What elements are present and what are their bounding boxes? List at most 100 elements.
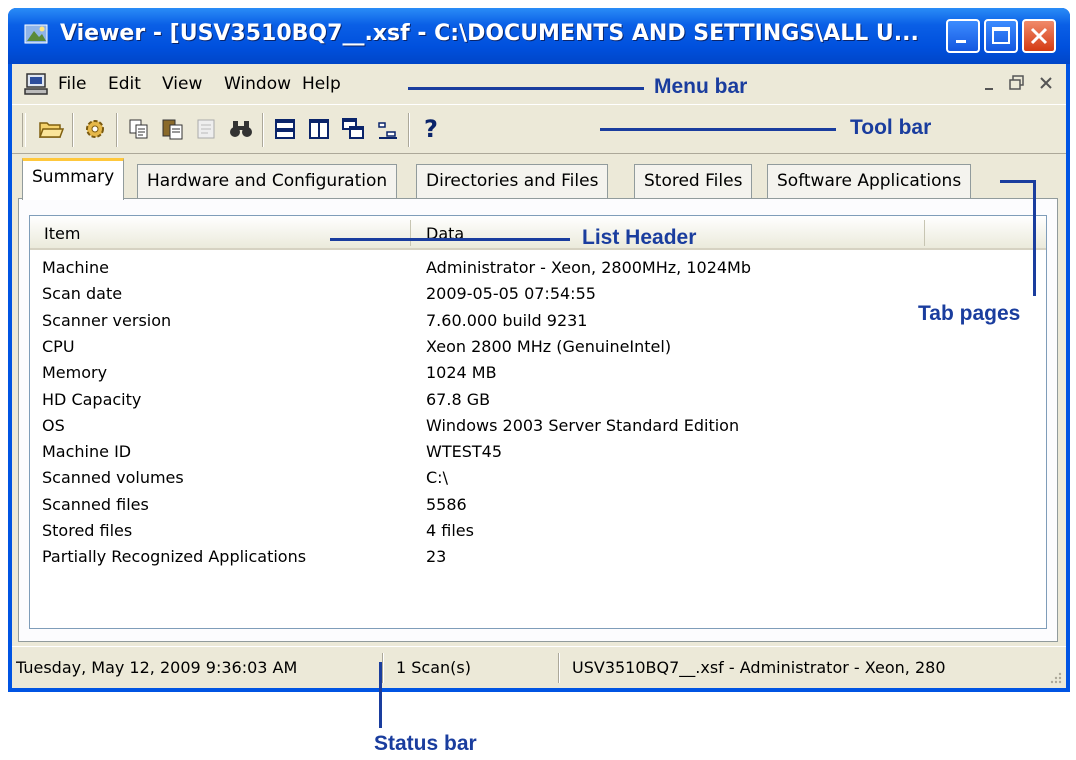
- tab-directories-and-files[interactable]: Directories and Files: [416, 164, 609, 198]
- list-item-name: Scanned volumes: [42, 468, 184, 488]
- list-item-name: Machine: [42, 258, 109, 277]
- list-header: Item Data: [30, 216, 1046, 250]
- list-item[interactable]: Scanned volumes C:\: [30, 464, 1046, 492]
- list-item-name: HD Capacity: [42, 389, 142, 409]
- list-item[interactable]: Stored files 4 files: [30, 517, 1046, 545]
- settings-icon: [86, 120, 104, 138]
- tab-software-applications[interactable]: Software Applications: [767, 164, 972, 198]
- application-window: Viewer - [USV3510BQ7__.xsf - C:\DOCUMENT…: [8, 8, 1070, 692]
- toolbar-separator: [72, 113, 74, 147]
- menu-bar: File Edit View Window Help: [12, 64, 1066, 104]
- resize-grip-icon[interactable]: [1048, 670, 1062, 684]
- help-icon: ?: [424, 115, 438, 143]
- tab-page-summary: Item Data Machine Administrator - Xeon, 2…: [18, 198, 1058, 642]
- tab-pages-callout-line-h: [1000, 180, 1036, 183]
- minimize-icon: [956, 40, 966, 43]
- tab-stored-files[interactable]: Stored Files: [634, 164, 753, 198]
- split-vertical-button[interactable]: [304, 114, 334, 144]
- list-item-data: Xeon 2800 MHz (GenuineIntel): [426, 336, 672, 356]
- list-item[interactable]: Scanned files 5586: [30, 491, 1046, 519]
- tool-bar-callout: Tool bar: [850, 116, 932, 139]
- list-item[interactable]: Partially Recognized Applications 23: [30, 543, 1046, 571]
- find-icon: [230, 121, 252, 137]
- list-item-data: 23: [426, 547, 447, 567]
- computer-icon[interactable]: [24, 73, 50, 95]
- menu-view[interactable]: View: [162, 74, 202, 94]
- window-title: Viewer - [USV3510BQ7__.xsf - C:\DOCUMENT…: [60, 21, 919, 46]
- tool-bar-callout-line: [600, 128, 836, 131]
- tab-pages-callout: Tab pages: [918, 302, 1021, 325]
- tab-pages-callout-line-v: [1033, 180, 1036, 296]
- toolbar-separator: [408, 113, 410, 147]
- list-item[interactable]: Memory 1024 MB: [30, 359, 1046, 387]
- cascade-button[interactable]: [338, 114, 368, 144]
- arrange-icon: [378, 122, 397, 139]
- mdi-restore-icon[interactable]: [1008, 74, 1026, 92]
- status-datetime: Tuesday, May 12, 2009 9:36:03 AM: [16, 658, 298, 677]
- maximize-button[interactable]: [984, 19, 1018, 53]
- column-header-item[interactable]: Item: [44, 224, 80, 243]
- column-divider[interactable]: [924, 220, 925, 246]
- menu-edit[interactable]: Edit: [108, 74, 141, 94]
- list-item-name: Scanner version: [42, 310, 172, 330]
- list-item[interactable]: OS Windows 2003 Server Standard Edition: [30, 412, 1046, 440]
- split-horizontal-icon: [275, 119, 295, 139]
- client-area: File Edit View Window Help ? Summary Har…: [12, 64, 1066, 688]
- split-vertical-icon: [309, 119, 329, 139]
- menu-window[interactable]: Window: [224, 74, 291, 94]
- list-item-name: CPU: [42, 336, 75, 356]
- list-item-name: Stored files: [42, 521, 133, 540]
- paste-icon: [162, 119, 183, 140]
- list-item-data: 2009-05-05 07:54:55: [426, 284, 596, 304]
- settings-button[interactable]: [80, 114, 110, 144]
- list-item-data: WTEST45: [426, 442, 502, 462]
- list-item-name: OS: [42, 415, 65, 435]
- list-item[interactable]: Scanner version 7.60.000 build 9231: [30, 307, 1046, 335]
- list-item-data: 7.60.000 build 9231: [426, 310, 588, 330]
- arrange-button[interactable]: [372, 114, 402, 144]
- list-item[interactable]: Machine ID WTEST45: [30, 438, 1046, 466]
- open-icon: [38, 122, 64, 138]
- menu-help[interactable]: Help: [302, 74, 341, 94]
- status-bar-callout-line: [379, 662, 382, 728]
- toolbar-grip[interactable]: [22, 113, 26, 147]
- menu-bar-callout: Menu bar: [654, 75, 748, 98]
- find-button[interactable]: [226, 114, 256, 144]
- tab-summary[interactable]: Summary: [22, 158, 125, 200]
- mdi-close-icon[interactable]: [1038, 75, 1054, 91]
- cascade-icon: [342, 118, 364, 139]
- status-scan-count: 1 Scan(s): [396, 658, 471, 677]
- properties-button[interactable]: [192, 114, 222, 144]
- properties-icon: [197, 119, 215, 139]
- status-separator: [558, 653, 560, 683]
- minimize-button[interactable]: [946, 19, 980, 53]
- list-item[interactable]: Machine Administrator - Xeon, 2800MHz, 10…: [30, 254, 1046, 282]
- status-bar-callout: Status bar: [374, 732, 477, 755]
- viewer-app-icon: [24, 24, 48, 44]
- toolbar-separator: [262, 113, 264, 147]
- column-divider[interactable]: [410, 220, 411, 246]
- help-button[interactable]: ?: [416, 114, 446, 144]
- list-item-data: 5586: [426, 494, 467, 514]
- summary-list[interactable]: Item Data Machine Administrator - Xeon, 2…: [29, 215, 1047, 629]
- list-item[interactable]: HD Capacity 67.8 GB: [30, 386, 1046, 414]
- paste-button[interactable]: [158, 114, 188, 144]
- list-item-data: Administrator - Xeon, 2800MHz, 1024Mb: [426, 258, 752, 277]
- close-button[interactable]: [1022, 19, 1056, 53]
- split-horizontal-button[interactable]: [270, 114, 300, 144]
- tab-hardware-and-configuration[interactable]: Hardware and Configuration: [137, 164, 398, 198]
- mdi-minimize-icon[interactable]: [982, 76, 998, 92]
- title-bar[interactable]: Viewer - [USV3510BQ7__.xsf - C:\DOCUMENT…: [8, 8, 1070, 64]
- list-item[interactable]: CPU Xeon 2800 MHz (GenuineIntel): [30, 333, 1046, 361]
- copy-button[interactable]: [124, 114, 154, 144]
- list-item-name: Memory: [42, 363, 108, 383]
- list-item[interactable]: Scan date 2009-05-05 07:54:55: [30, 280, 1046, 308]
- list-item-name: Scanned files: [42, 494, 149, 514]
- menu-bar-callout-line: [408, 87, 644, 90]
- open-button[interactable]: [36, 114, 66, 144]
- list-item-data: C:\: [426, 468, 448, 488]
- list-item-data: 67.8 GB: [426, 389, 491, 409]
- list-header-callout: List Header: [582, 226, 697, 249]
- status-file-info: USV3510BQ7__.xsf - Administrator - Xeon,…: [572, 658, 946, 677]
- menu-file[interactable]: File: [58, 74, 86, 94]
